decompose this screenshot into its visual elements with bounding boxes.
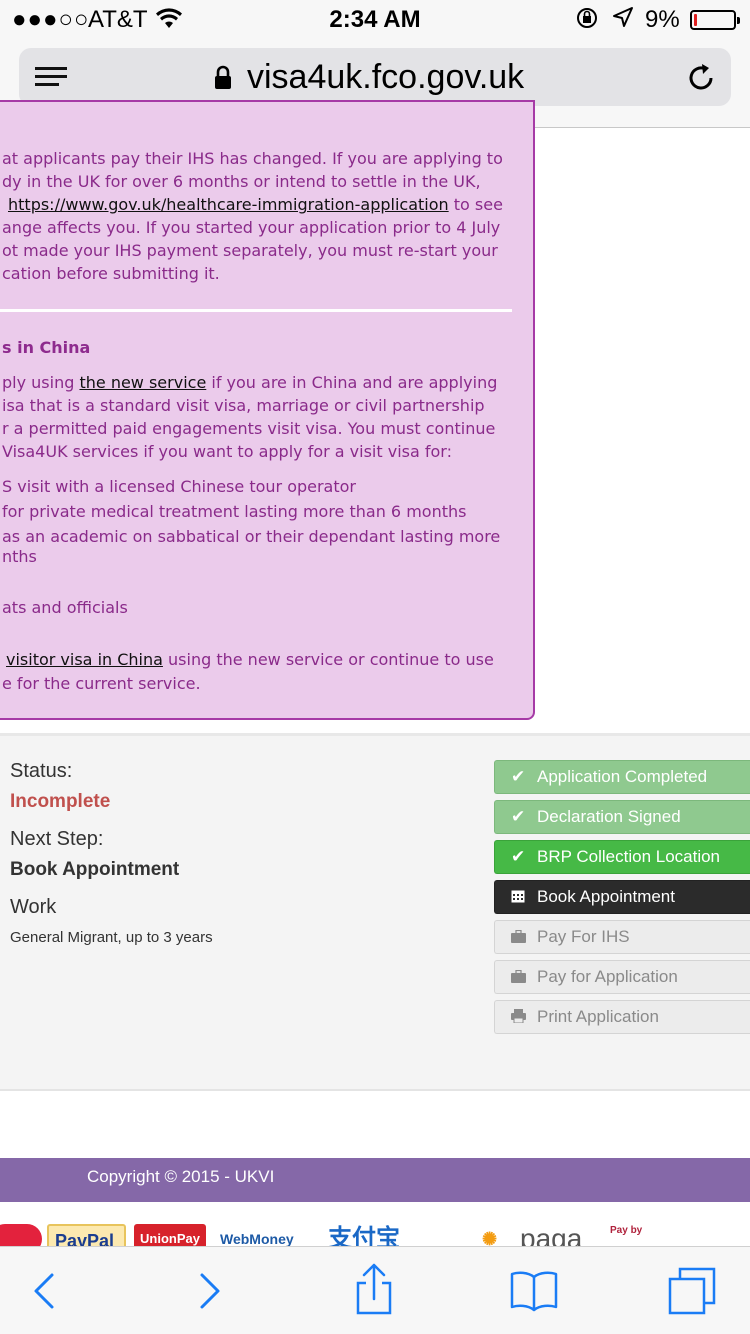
notice-line: ot made your IHS payment separately, you… bbox=[2, 241, 498, 260]
step-label: Print Application bbox=[537, 1007, 659, 1026]
card-logo bbox=[0, 1224, 42, 1248]
battery-percentage: 9% bbox=[645, 6, 680, 33]
calendar-icon bbox=[511, 881, 525, 913]
bullet-item: S visit with a licensed Chinese tour ope… bbox=[2, 477, 356, 496]
briefcase-icon bbox=[511, 961, 526, 993]
notice-line: visitor visa in China using the new serv… bbox=[6, 650, 494, 669]
step-label: Application Completed bbox=[537, 767, 708, 786]
step-brp-collection-location[interactable]: ✔ BRP Collection Location bbox=[494, 840, 750, 874]
back-icon[interactable] bbox=[14, 1261, 74, 1321]
reader-menu-icon[interactable] bbox=[35, 67, 67, 89]
next-step-value: Book Appointment bbox=[10, 859, 180, 880]
visa-category-label: Work bbox=[10, 896, 57, 918]
check-icon: ✔ bbox=[511, 767, 526, 786]
notice-divider bbox=[0, 309, 512, 312]
notice-line: ange affects you. If you started your ap… bbox=[2, 218, 501, 237]
share-icon[interactable] bbox=[344, 1261, 404, 1321]
step-declaration-signed[interactable]: ✔ Declaration Signed bbox=[494, 800, 750, 834]
notice-line: Visa4UK services if you want to apply fo… bbox=[2, 442, 452, 461]
tabs-icon[interactable] bbox=[664, 1261, 724, 1321]
rotation-lock-icon bbox=[575, 6, 599, 37]
bullet-item: for private medical treatment lasting mo… bbox=[2, 502, 467, 521]
clock: 2:34 AM bbox=[329, 6, 421, 33]
address-bar[interactable]: visa4uk.fco.gov.uk bbox=[19, 48, 731, 106]
step-pay-for-ihs[interactable]: Pay For IHS bbox=[494, 920, 750, 954]
bullet-item: nths bbox=[2, 547, 37, 566]
notice-line: https://www.gov.uk/healthcare-immigratio… bbox=[8, 195, 503, 214]
visitor-visa-link[interactable]: visitor visa in China bbox=[6, 650, 163, 669]
step-label: Declaration Signed bbox=[537, 807, 681, 826]
url-text[interactable]: visa4uk.fco.gov.uk bbox=[247, 57, 524, 97]
status-label: Status: bbox=[10, 760, 73, 782]
alipay-logo: 支付宝 bbox=[328, 1225, 400, 1248]
step-book-appointment[interactable]: Book Appointment bbox=[494, 880, 750, 914]
notice-panel: at applicants pay their IHS has changed.… bbox=[0, 100, 535, 720]
unionpay-logo: UnionPay bbox=[134, 1224, 206, 1248]
new-service-link[interactable]: the new service bbox=[79, 373, 206, 392]
paga-logo: paga bbox=[520, 1223, 583, 1249]
notice-line: ply using the new service if you are in … bbox=[2, 373, 498, 392]
check-icon: ✔ bbox=[511, 847, 526, 866]
next-step-label: Next Step: bbox=[10, 828, 104, 850]
sun-logo: ✺ bbox=[482, 1229, 498, 1248]
step-label: Book Appointment bbox=[537, 887, 675, 906]
paypal-logo: PayPal bbox=[47, 1224, 126, 1248]
pay-by-logo: Pay by bbox=[610, 1225, 643, 1236]
location-arrow-icon bbox=[612, 6, 634, 35]
reload-icon[interactable] bbox=[685, 62, 717, 94]
bullet-item: ats and officials bbox=[2, 598, 128, 617]
china-heading: s in China bbox=[2, 338, 91, 357]
status-value: Incomplete bbox=[10, 791, 111, 812]
step-label: Pay For IHS bbox=[537, 927, 630, 946]
copyright-text: Copyright © 2015 - UKVI bbox=[87, 1167, 275, 1186]
check-icon: ✔ bbox=[511, 807, 526, 826]
site-footer: Copyright © 2015 - UKVI bbox=[0, 1158, 750, 1202]
step-application-completed[interactable]: ✔ Application Completed bbox=[494, 760, 750, 794]
application-status-section: Status: Incomplete Next Step: Book Appoi… bbox=[0, 733, 750, 1091]
printer-icon bbox=[511, 1001, 526, 1033]
notice-line: at applicants pay their IHS has changed.… bbox=[2, 149, 503, 168]
webmoney-logo: WebMoney bbox=[220, 1231, 294, 1247]
payment-logos-strip: PayPal UnionPay WebMoney 支付宝 ✺ paga Pay … bbox=[0, 1222, 750, 1248]
notice-line: e for the current service. bbox=[2, 674, 201, 693]
ihs-link[interactable]: https://www.gov.uk/healthcare-immigratio… bbox=[8, 195, 449, 214]
ios-status-bar: ●●●○○ AT&T 2:34 AM 9% bbox=[0, 0, 750, 40]
notice-line: isa that is a standard visit visa, marri… bbox=[2, 396, 485, 415]
step-pay-for-application[interactable]: Pay for Application bbox=[494, 960, 750, 994]
browser-toolbar bbox=[0, 1246, 750, 1334]
briefcase-icon bbox=[511, 921, 526, 953]
forward-icon[interactable] bbox=[180, 1261, 240, 1321]
visa-category-value: General Migrant, up to 3 years bbox=[10, 929, 213, 946]
notice-line: r a permitted paid engagements visit vis… bbox=[2, 419, 496, 438]
bullet-item: as an academic on sabbatical or their de… bbox=[2, 527, 501, 546]
notice-line: dy in the UK for over 6 months or intend… bbox=[2, 172, 481, 191]
step-label: Pay for Application bbox=[537, 967, 678, 986]
bookmarks-icon[interactable] bbox=[504, 1261, 564, 1321]
padlock-icon bbox=[215, 65, 231, 89]
notice-line: cation before submitting it. bbox=[2, 264, 220, 283]
step-label: BRP Collection Location bbox=[537, 847, 721, 866]
progress-steps: ✔ Application Completed ✔ Declaration Si… bbox=[494, 760, 750, 1040]
battery-fill bbox=[694, 14, 697, 26]
battery-icon bbox=[690, 10, 740, 30]
step-print-application[interactable]: Print Application bbox=[494, 1000, 750, 1034]
